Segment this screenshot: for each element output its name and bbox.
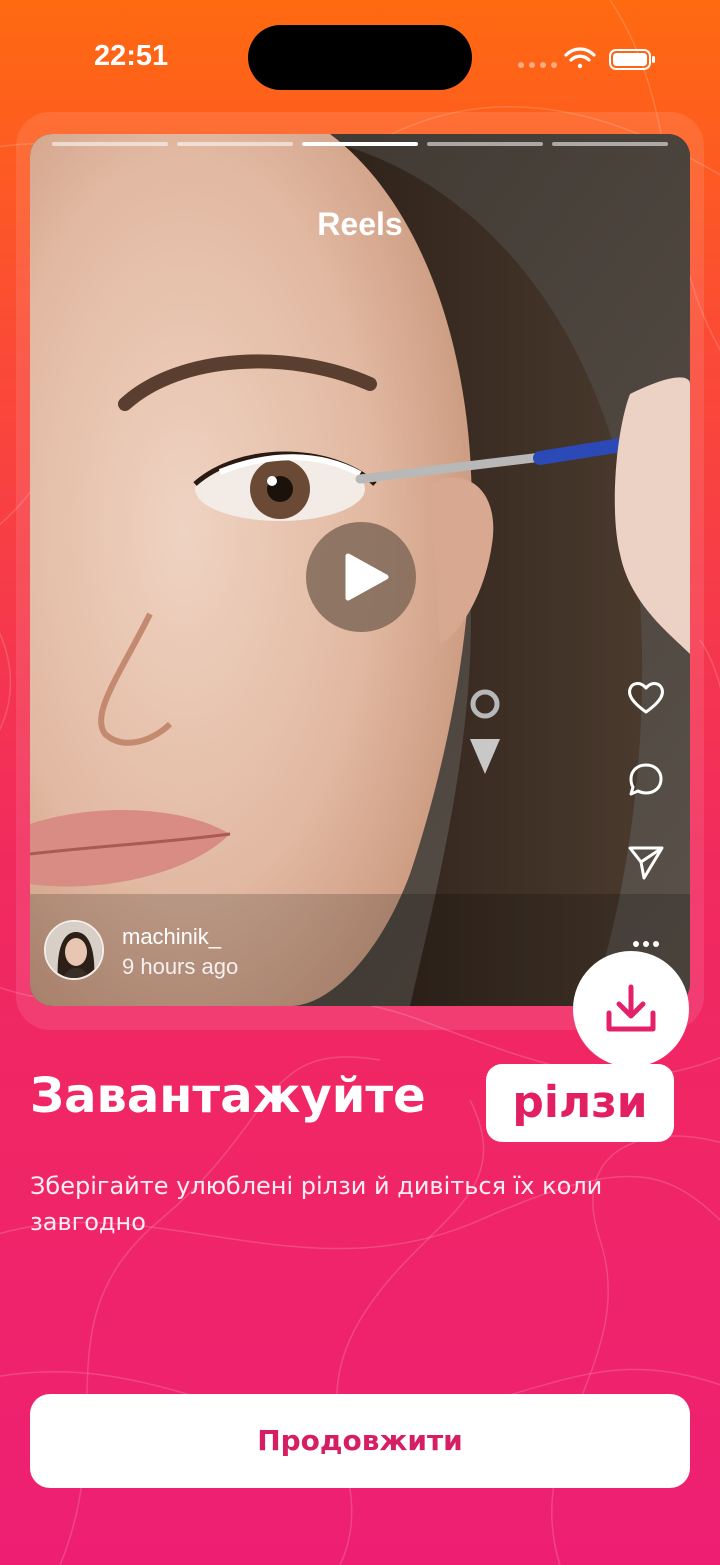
battery-icon (609, 49, 655, 70)
send-icon[interactable] (626, 842, 666, 882)
progress-segment-active (302, 142, 418, 146)
dynamic-island (248, 25, 472, 90)
story-progress (52, 142, 670, 147)
comment-icon[interactable] (626, 760, 666, 800)
progress-segment (427, 142, 543, 146)
headline: Завантажуйте (30, 1068, 426, 1124)
reel-title: Reels (317, 206, 403, 242)
status-icons (518, 47, 655, 70)
progress-segment (52, 142, 168, 146)
post-time: 9 hours ago (122, 954, 239, 979)
play-button[interactable] (306, 522, 416, 632)
headline-highlight: рілзи (512, 1077, 648, 1128)
author-avatar[interactable] (44, 920, 104, 980)
headline-highlight-chip: рілзи (486, 1064, 674, 1142)
status-time: 22:51 (94, 40, 169, 72)
signal-icon (518, 62, 557, 68)
wifi-icon (564, 47, 596, 69)
download-button[interactable] (573, 951, 689, 1067)
download-icon (606, 984, 656, 1032)
heart-icon[interactable] (626, 678, 666, 718)
continue-button[interactable]: Продовжити (30, 1394, 690, 1488)
progress-segment (177, 142, 293, 146)
play-icon (345, 553, 389, 601)
progress-segment (552, 142, 668, 146)
subtitle: Зберігайте улюблені рілзи й дивіться їх … (30, 1172, 603, 1236)
author-username[interactable]: machinik_ (122, 924, 221, 950)
reel-preview[interactable]: Reels machinik_ 9 hours ago (30, 134, 690, 1006)
